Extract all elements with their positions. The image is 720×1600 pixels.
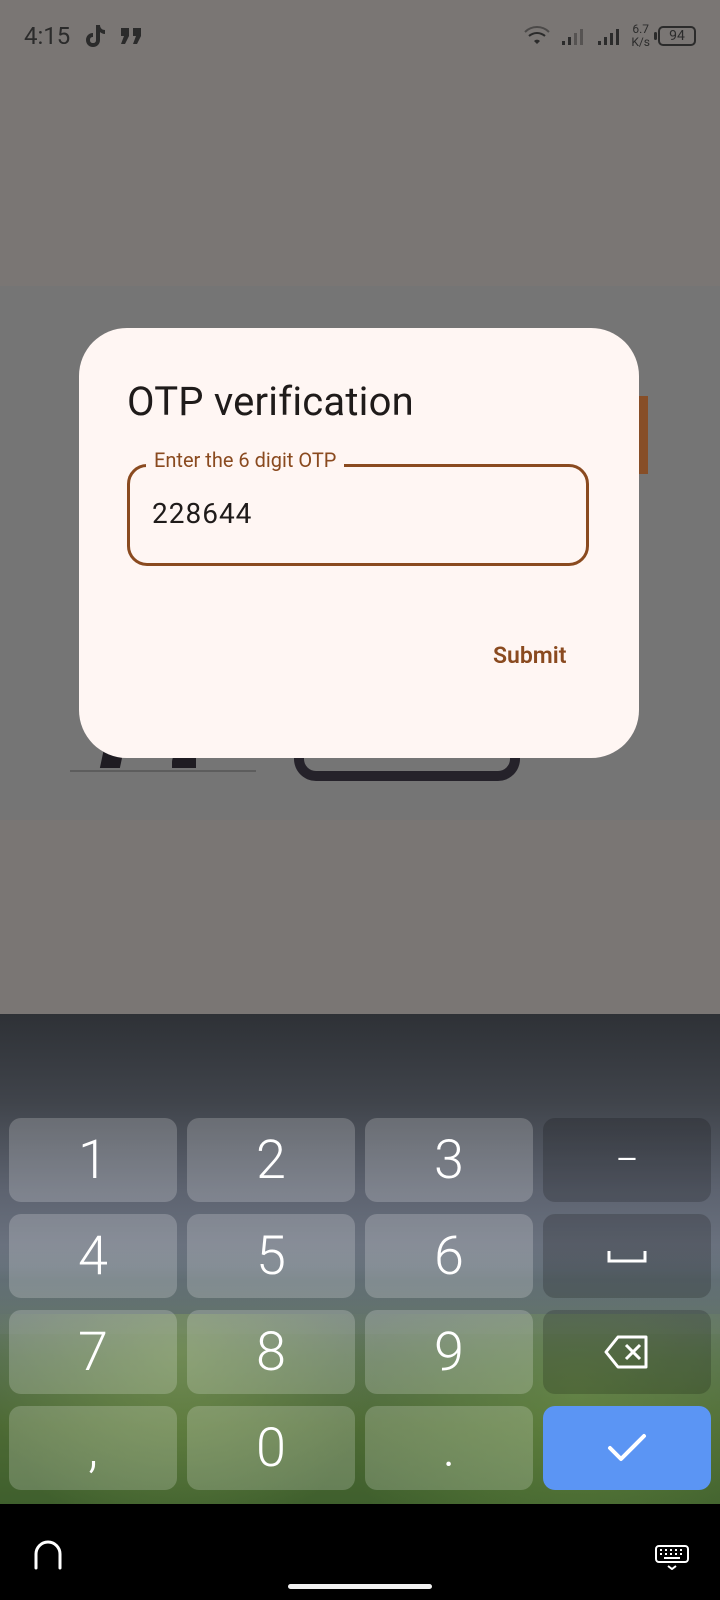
tiktok-icon (80, 22, 108, 50)
key-8[interactable]: 8 (187, 1310, 355, 1394)
key-period[interactable]: . (365, 1406, 533, 1490)
battery-level: 94 (669, 28, 685, 44)
key-6[interactable]: 6 (365, 1214, 533, 1298)
otp-input[interactable]: 228644 (152, 497, 252, 530)
keyboard-switch-icon[interactable] (30, 1538, 66, 1572)
signal-icon (595, 22, 623, 50)
time: 4:15 (24, 22, 71, 50)
home-indicator[interactable] (288, 1584, 432, 1589)
submit-button[interactable]: Submit (487, 634, 573, 677)
key-0[interactable]: 0 (187, 1406, 355, 1490)
dialog-title: OTP verification (127, 378, 414, 425)
wifi-icon (523, 22, 551, 50)
otp-input-field[interactable]: Enter the 6 digit OTP 228644 (127, 448, 589, 566)
key-1[interactable]: 1 (9, 1118, 177, 1202)
status-bar: 4:15 6.7 K/s 94 (0, 0, 720, 72)
otp-field-label: Enter the 6 digit OTP (146, 448, 345, 472)
backspace-icon (604, 1335, 648, 1369)
keyboard-icon[interactable] (654, 1544, 690, 1571)
otp-dialog: OTP verification Enter the 6 digit OTP 2… (79, 328, 639, 758)
network-speed: 6.7 K/s (631, 23, 650, 49)
battery-icon: 94 (654, 26, 696, 46)
status-right: 6.7 K/s 94 (523, 22, 696, 50)
check-icon (608, 1434, 646, 1461)
key-backspace[interactable] (543, 1310, 711, 1394)
key-4[interactable]: 4 (9, 1214, 177, 1298)
key-3[interactable]: 3 (365, 1118, 533, 1202)
quote-icon (118, 22, 146, 50)
background-underline (70, 770, 256, 772)
key-minus[interactable]: − (543, 1118, 711, 1202)
key-5[interactable]: 5 (187, 1214, 355, 1298)
speed-unit: K/s (631, 35, 650, 49)
key-7[interactable]: 7 (9, 1310, 177, 1394)
space-icon (607, 1251, 647, 1263)
key-space[interactable] (543, 1214, 711, 1298)
status-left: 4:15 (24, 22, 146, 50)
signal-icon (559, 22, 587, 50)
key-9[interactable]: 9 (365, 1310, 533, 1394)
numeric-keyboard: 1 2 3 − 4 5 6 7 8 9 , 0 . (0, 1014, 720, 1504)
key-confirm[interactable] (543, 1406, 711, 1490)
key-comma[interactable]: , (9, 1406, 177, 1490)
key-2[interactable]: 2 (187, 1118, 355, 1202)
navigation-bar (0, 1504, 720, 1600)
